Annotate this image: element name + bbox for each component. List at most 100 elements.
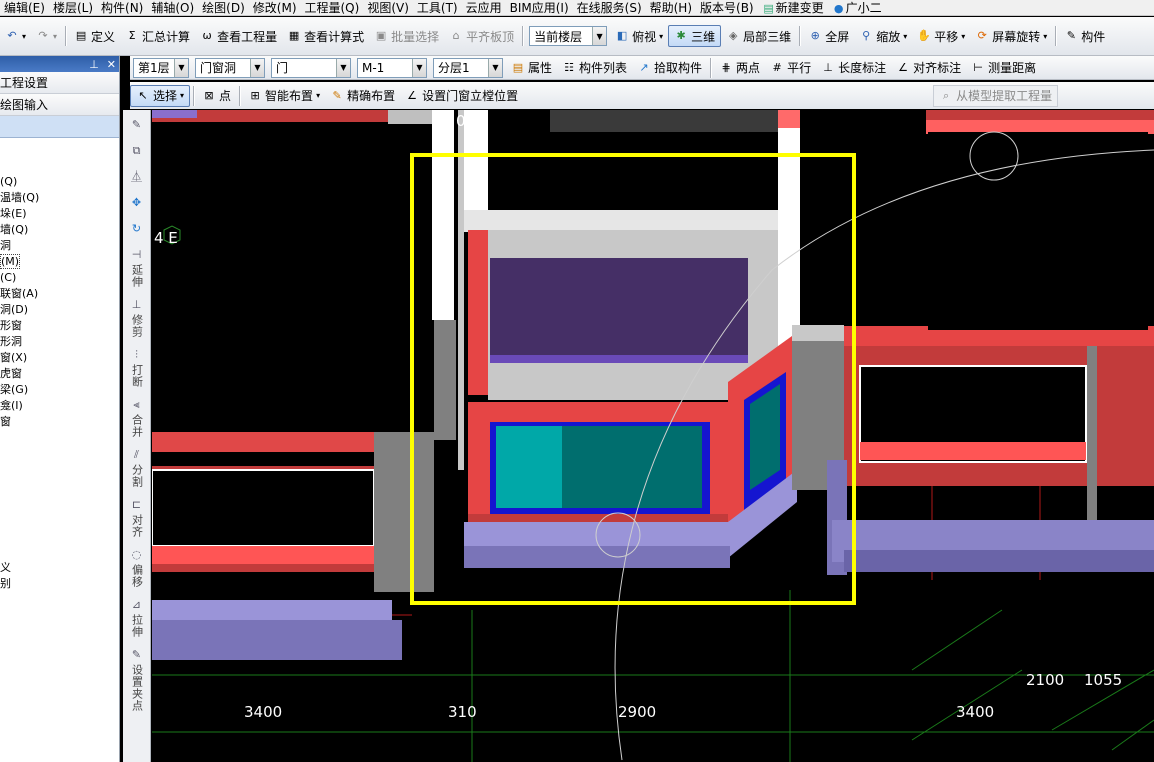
copy-tool[interactable]: ⧉: [130, 144, 144, 160]
category-select[interactable]: 门窗洞 ▼: [195, 57, 265, 78]
batch-select-button[interactable]: ▣ 批量选择: [369, 25, 444, 47]
align-dim-button[interactable]: ∠ 对齐标注: [891, 57, 966, 79]
property-button[interactable]: ▤ 属性: [506, 57, 557, 79]
define-button[interactable]: ▤ 定义: [69, 25, 120, 47]
component-button[interactable]: ✎ 构件: [1059, 25, 1110, 47]
rotate-button[interactable]: ⟳ 屏幕旋转 ▾: [970, 25, 1052, 47]
menu-help[interactable]: 帮助(H): [646, 0, 696, 15]
menu-view[interactable]: 视图(V): [363, 0, 413, 15]
tree-item[interactable]: 形窗: [0, 318, 119, 334]
tree-item[interactable]: 洞(D): [0, 302, 119, 318]
extract-quantity-button[interactable]: ⌕ 从模型提取工程量: [933, 84, 1059, 107]
tree-item[interactable]: 形洞: [0, 334, 119, 350]
tree-item[interactable]: 洞: [0, 238, 119, 254]
set-grip-tool[interactable]: ✎ 设置夹点: [130, 648, 144, 712]
menu-quantity[interactable]: 工程量(Q): [301, 0, 364, 15]
local-3d-button[interactable]: ◈ 局部三维: [721, 25, 796, 47]
post-right: [1087, 346, 1097, 526]
tree-item[interactable]: 墙(Q): [0, 222, 119, 238]
top-view-button[interactable]: ◧ 俯视 ▾: [610, 25, 668, 47]
zoom-button[interactable]: ⚲ 缩放 ▾: [854, 25, 912, 47]
door-panel-bottom: [490, 355, 748, 363]
mirror-tool[interactable]: ⏅: [130, 170, 144, 186]
smart-layout-button[interactable]: ⊞ 智能布置 ▾: [243, 85, 325, 107]
layer-select[interactable]: 分层1 ▼: [433, 57, 503, 78]
menu-bim[interactable]: BIM应用(I): [506, 0, 573, 15]
move-tool[interactable]: ✥: [130, 196, 144, 212]
tree-item-selected[interactable]: (M): [0, 254, 119, 270]
pencil-tool[interactable]: ✎: [130, 118, 144, 134]
pin-icon[interactable]: ⊥: [89, 58, 99, 71]
floor-scope-select[interactable]: 当前楼层 ▼: [529, 26, 608, 46]
type-select[interactable]: 门 ▼: [271, 57, 351, 78]
menu-cloud[interactable]: 云应用: [462, 0, 506, 15]
set-frame-position-button[interactable]: ∠ 设置门窗立樘位置: [400, 85, 523, 107]
measure-distance-button[interactable]: ⊢ 测量距离: [966, 57, 1041, 79]
menu-draw[interactable]: 绘图(D): [198, 0, 249, 15]
two-point-button[interactable]: ⋕ 两点: [714, 57, 765, 79]
tree-item[interactable]: 虎窗: [0, 366, 119, 382]
menu-floor[interactable]: 楼层(L): [49, 0, 97, 15]
tree-item[interactable]: 梁(G): [0, 382, 119, 398]
point-button[interactable]: ⊠ 点: [197, 85, 236, 107]
undo-button[interactable]: ↶ ▾: [0, 25, 31, 47]
component-name-select[interactable]: M-1 ▼: [357, 57, 427, 78]
rotate-tool[interactable]: ↻: [130, 222, 144, 238]
drawing-input-tab[interactable]: 绘图输入: [0, 94, 119, 116]
menu-modify[interactable]: 修改(M): [249, 0, 301, 15]
stretch-tool[interactable]: ⊿ 拉伸: [130, 598, 144, 638]
offset-tool[interactable]: ◌ 偏移: [130, 548, 144, 588]
3d-viewport[interactable]: 0 1 4 E 3400 310 2900 3400 2100 1055: [152, 110, 1154, 762]
trim-tool[interactable]: ⊥ 修剪: [130, 298, 144, 338]
column-right-top: [792, 325, 844, 341]
component-list-button[interactable]: ☷ 构件列表: [557, 57, 632, 79]
menu-tools[interactable]: 工具(T): [413, 0, 462, 15]
three-d-button[interactable]: ✱ 三维: [668, 25, 722, 47]
flat-slab-button[interactable]: ⌂ 平齐板顶: [444, 25, 519, 47]
view-quantity-button[interactable]: ω 查看工程量: [195, 25, 282, 47]
tree-item[interactable]: 温墙(Q): [0, 190, 119, 206]
floor-select[interactable]: 第1层 ▼: [133, 57, 189, 78]
align-tool[interactable]: ⊏ 对齐: [130, 498, 144, 538]
tree-item[interactable]: 窗: [0, 414, 119, 430]
length-dim-button[interactable]: ⊥ 长度标注: [816, 57, 891, 79]
point-icon: ⊠: [204, 88, 214, 102]
sum-calc-button[interactable]: Σ 汇总计算: [120, 25, 195, 47]
tree-item[interactable]: (Q): [0, 174, 119, 190]
tree-item[interactable]: (C): [0, 270, 119, 286]
break-icon: ⫶: [135, 348, 138, 361]
view-formula-button[interactable]: ▦ 查看计算式: [282, 25, 369, 47]
menu-aux-axis[interactable]: 辅轴(O): [147, 0, 198, 15]
tree-item[interactable]: 别: [0, 576, 119, 592]
close-icon[interactable]: ✕: [107, 58, 116, 71]
project-settings-tab[interactable]: 工程设置: [0, 72, 119, 94]
separator: [193, 85, 195, 106]
parallel-button[interactable]: # 平行: [765, 57, 816, 79]
lintel: [464, 210, 778, 232]
tree-item[interactable]: 义: [0, 560, 119, 576]
precise-layout-button[interactable]: ✎ 精确布置: [325, 85, 400, 107]
tree-item[interactable]: 窗(X): [0, 350, 119, 366]
merge-tool[interactable]: ⫷ 合并: [130, 398, 144, 438]
menu-new-change[interactable]: ▤ 新建变更: [758, 0, 828, 15]
slab-edge: [464, 546, 730, 568]
fullscreen-button[interactable]: ⊕ 全屏: [803, 25, 854, 47]
tree-item[interactable]: 垛(E): [0, 206, 119, 222]
select-button[interactable]: ↖ 选择 ▾: [130, 84, 191, 107]
menu-online[interactable]: 在线服务(S): [573, 0, 646, 15]
menu-edit[interactable]: 编辑(E): [0, 0, 49, 15]
viewport-canvas[interactable]: 0 1 4 E 3400 310 2900 3400 2100 1055: [152, 110, 1154, 762]
tree-item[interactable]: 龛(I): [0, 398, 119, 414]
menu-component[interactable]: 构件(N): [97, 0, 147, 15]
pan-button[interactable]: ✋ 平移 ▾: [912, 25, 970, 47]
menu-assistant[interactable]: ● 广小二: [828, 0, 886, 15]
break-tool[interactable]: ⫶ 打断: [130, 348, 144, 388]
extend-tool[interactable]: ⊣ 延伸: [130, 248, 144, 288]
3d-icon: ✱: [676, 29, 686, 42]
split-tool[interactable]: ⫽ 分割: [130, 448, 144, 488]
pick-component-button[interactable]: ↗ 拾取构件: [632, 57, 707, 79]
column-edge: [458, 110, 464, 470]
redo-button[interactable]: ↷ ▾: [31, 25, 62, 47]
menu-version[interactable]: 版本号(B): [696, 0, 758, 15]
tree-item[interactable]: 联窗(A): [0, 286, 119, 302]
